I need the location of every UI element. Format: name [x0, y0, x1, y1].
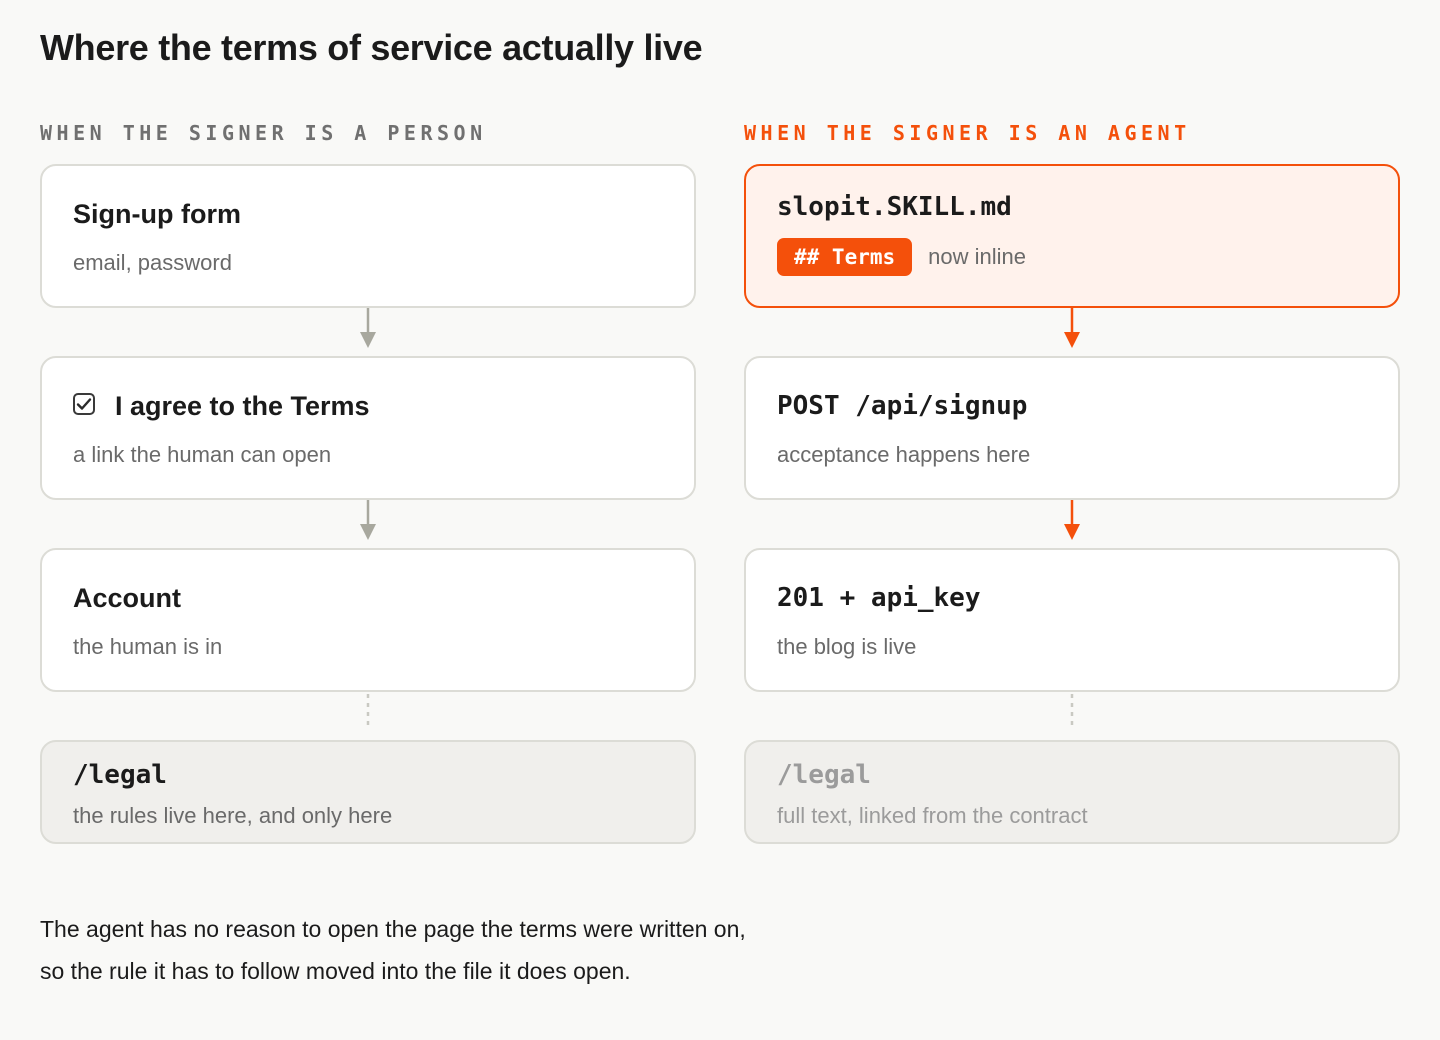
agent-arrow-2: [1064, 500, 1080, 540]
person-column-label: WHEN THE SIGNER IS A PERSON: [40, 121, 487, 145]
skill-file-title: slopit.SKILL.md: [777, 192, 1012, 222]
agree-terms-subtitle: a link the human can open: [73, 442, 332, 467]
person-step-account: Account the human is in: [40, 548, 696, 692]
agent-step-skill-file: slopit.SKILL.md ## Terms now inline: [744, 164, 1400, 308]
page-title: Where the terms of service actually live: [40, 27, 703, 68]
api-key-title: 201 + api_key: [777, 583, 981, 613]
terms-badge: ## Terms: [777, 238, 913, 276]
person-step-agree-terms: I agree to the Terms a link the human ca…: [40, 356, 696, 500]
account-subtitle: the human is in: [73, 634, 223, 659]
account-title: Account: [73, 583, 181, 613]
person-legal-subtitle: the rules live here, and only here: [73, 803, 393, 828]
person-legal-title: /legal: [73, 760, 167, 790]
footer-caption: The agent has no reason to open the page…: [40, 908, 746, 992]
agent-legal-box: /legal full text, linked from the contra…: [744, 740, 1400, 844]
person-arrow-1: [360, 308, 376, 348]
signup-form-subtitle: email, password: [73, 250, 232, 275]
agent-arrow-1: [1064, 308, 1080, 348]
signup-form-title: Sign-up form: [73, 199, 241, 229]
agree-terms-title: I agree to the Terms: [115, 391, 370, 421]
agent-legal-title: /legal: [777, 760, 871, 790]
agent-step-post-signup: POST /api/signup acceptance happens here: [744, 356, 1400, 500]
checkbox-checked-icon: [73, 393, 95, 415]
terms-inline-note: now inline: [928, 244, 1026, 269]
agent-step-api-key: 201 + api_key the blog is live: [744, 548, 1400, 692]
api-key-subtitle: the blog is live: [777, 634, 917, 659]
post-signup-title: POST /api/signup: [777, 391, 1028, 421]
connector-layer: [360, 308, 1080, 728]
person-legal-box: /legal the rules live here, and only her…: [40, 740, 696, 844]
terms-row: ## Terms now inline: [777, 238, 1026, 276]
footer-line-1: The agent has no reason to open the page…: [40, 916, 746, 942]
agent-legal-subtitle: full text, linked from the contract: [777, 803, 1088, 828]
agent-column-label: WHEN THE SIGNER IS AN AGENT: [744, 121, 1191, 145]
person-step-signup-form: Sign-up form email, password: [40, 164, 696, 308]
person-arrow-2: [360, 500, 376, 540]
footer-line-2: so the rule it has to follow moved into …: [40, 958, 631, 984]
post-signup-subtitle: acceptance happens here: [777, 442, 1031, 467]
